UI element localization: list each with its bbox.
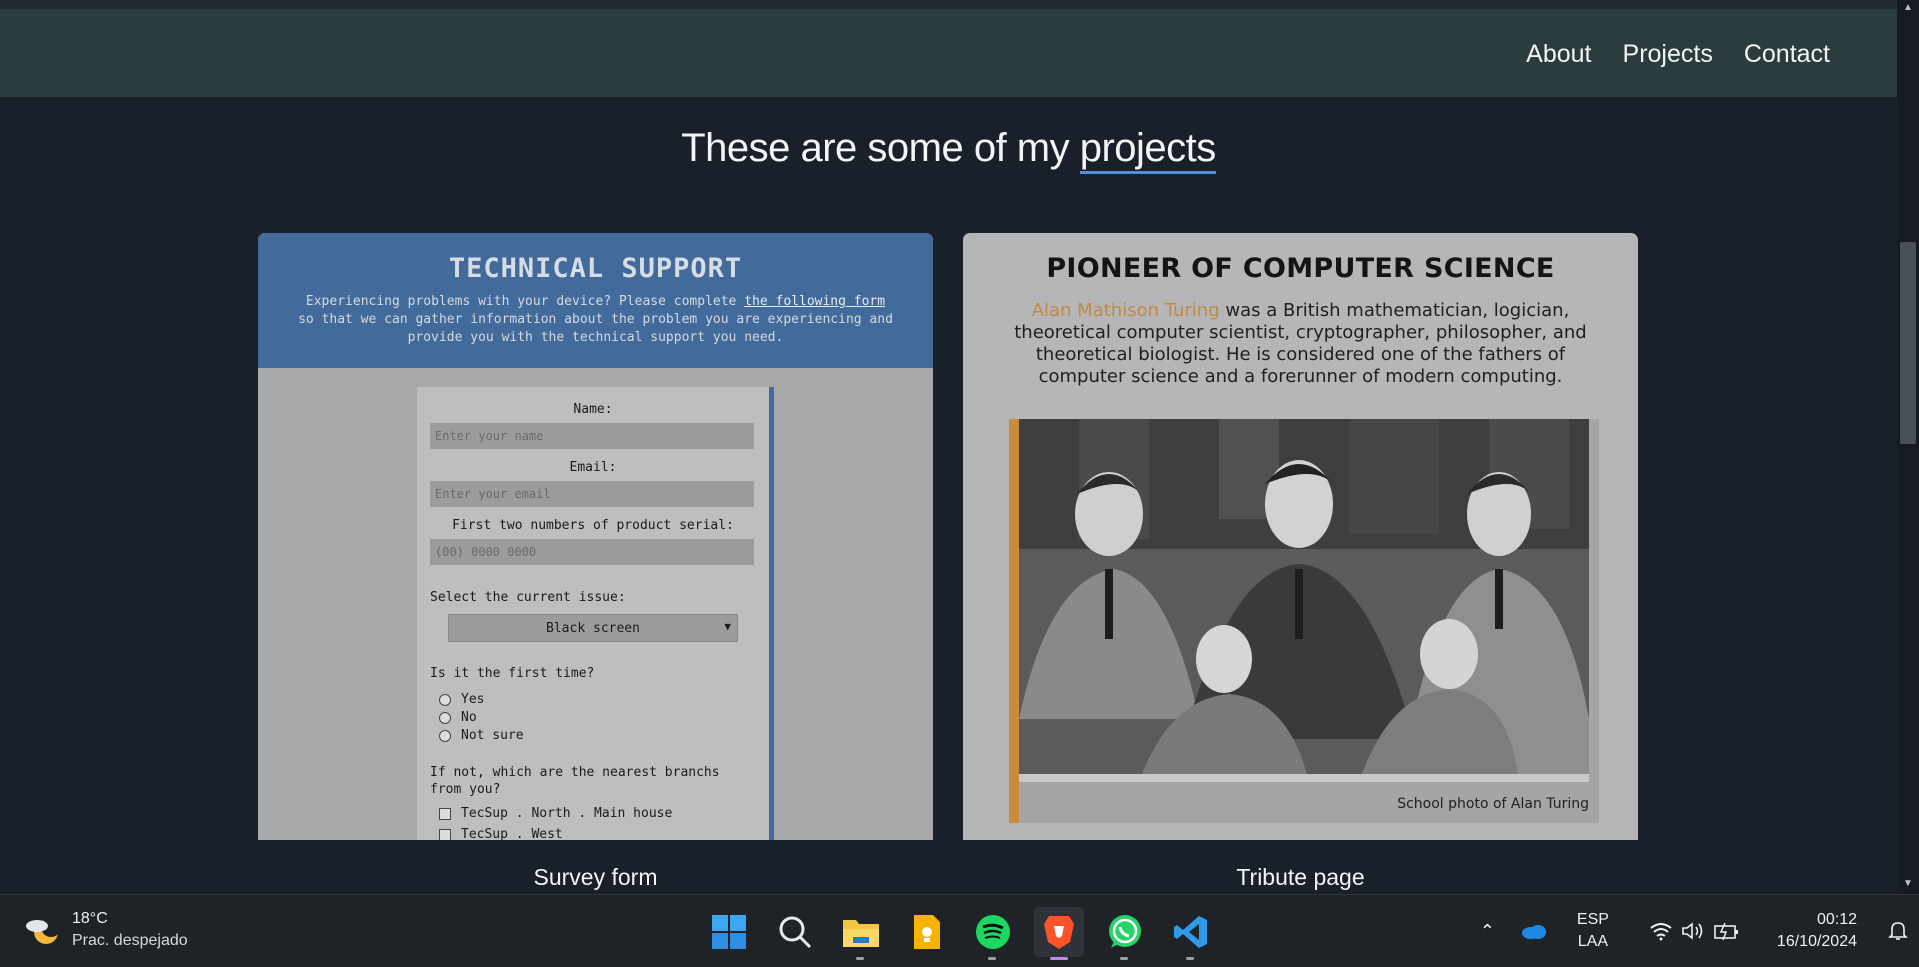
survey-caption[interactable]: Survey form xyxy=(258,864,933,891)
keep-notes-icon[interactable] xyxy=(902,907,952,957)
search-icon[interactable] xyxy=(770,907,820,957)
survey-form: Name: Email: First two numbers of produc… xyxy=(417,387,774,840)
active-indicator xyxy=(1050,957,1068,960)
survey-header: TECHNICAL SUPPORT Experiencing problems … xyxy=(258,233,933,368)
radio-label: No xyxy=(461,710,477,725)
serial-input[interactable] xyxy=(430,539,754,565)
first-time-label: Is it the first time? xyxy=(430,666,595,681)
branch-option[interactable]: TecSup . West xyxy=(439,827,563,840)
first-time-option[interactable]: Yes xyxy=(439,692,484,707)
issue-select-value: Black screen xyxy=(546,620,640,636)
onedrive-cloud-icon[interactable] xyxy=(1521,923,1547,939)
file-explorer-icon[interactable] xyxy=(836,907,886,960)
nav-link-contact[interactable]: Contact xyxy=(1744,40,1830,69)
brave-browser-icon[interactable] xyxy=(1034,907,1084,960)
survey-intro-text: Experiencing problems with your device? … xyxy=(305,294,745,309)
moon-cloud-icon xyxy=(26,917,61,944)
wifi-icon[interactable] xyxy=(1649,921,1673,941)
spotify-icon[interactable] xyxy=(968,907,1018,960)
system-clock[interactable]: 00:12 16/10/2024 xyxy=(1777,909,1857,953)
scroll-up-icon[interactable]: ▲ xyxy=(1897,2,1919,13)
email-label: Email: xyxy=(569,460,617,475)
page-scrollbar[interactable]: ▲ ▼ xyxy=(1897,0,1919,894)
weather-temperature: 18°C xyxy=(72,910,108,927)
page-title-highlight: projects xyxy=(1079,126,1216,174)
turing-school-photo xyxy=(1019,419,1589,782)
branch-label: TecSup . North . Main house xyxy=(461,806,673,821)
name-label: Name: xyxy=(573,402,613,417)
radio-label: Yes xyxy=(461,692,485,707)
weather-condition: Prac. despejado xyxy=(72,932,188,949)
survey-title: TECHNICAL SUPPORT xyxy=(448,253,743,284)
radio-no[interactable] xyxy=(439,711,451,724)
branch-checkbox[interactable] xyxy=(439,828,451,840)
tribute-name: Alan Mathison Turing xyxy=(1031,300,1220,321)
clock-date: 16/10/2024 xyxy=(1776,933,1857,950)
taskbar-apps xyxy=(704,907,1216,960)
branch-checkbox[interactable] xyxy=(439,807,451,820)
scrollbar-thumb[interactable] xyxy=(1900,242,1916,444)
first-time-option[interactable]: Not sure xyxy=(439,728,524,743)
chevron-down-icon: ▼ xyxy=(724,620,731,633)
first-time-option[interactable]: No xyxy=(439,710,477,725)
issue-select[interactable]: Black screen ▼ xyxy=(448,614,738,642)
clock-time: 00:12 xyxy=(1816,911,1857,928)
project-card-tribute[interactable]: PIONEER OF COMPUTER SCIENCE Alan Mathiso… xyxy=(963,233,1638,840)
project-card-survey[interactable]: TECHNICAL SUPPORT Experiencing problems … xyxy=(258,233,933,840)
vscode-icon[interactable] xyxy=(1166,907,1216,960)
tribute-figure: School photo of Alan Turing xyxy=(1009,419,1599,823)
running-indicator xyxy=(856,957,864,960)
branches-label: If not, which are the nearest branchs fr… xyxy=(430,765,720,797)
survey-intro-text-end: so that we can gather information about … xyxy=(298,312,893,345)
radio-yes[interactable] xyxy=(439,693,451,706)
system-tray: ⌃ ESP LAA 00:12 16/10/2024 xyxy=(1480,895,1919,967)
nav-links: About Projects Contact xyxy=(1526,40,1830,69)
volume-icon[interactable] xyxy=(1681,921,1707,941)
weather-widget[interactable]: 18°C Prac. despejado xyxy=(22,910,188,950)
branch-label: TecSup . West xyxy=(461,827,563,840)
nav-link-projects[interactable]: Projects xyxy=(1623,40,1713,69)
scroll-down-icon[interactable]: ▼ xyxy=(1897,878,1919,889)
windows-start-icon[interactable] xyxy=(704,907,754,957)
radio-label: Not sure xyxy=(461,728,524,743)
running-indicator xyxy=(1186,957,1194,960)
branch-option[interactable]: TecSup . North . Main house xyxy=(439,806,672,821)
survey-intro: Experiencing problems with your device? … xyxy=(296,293,895,347)
page-title: These are some of my projects xyxy=(0,126,1897,174)
page-title-prefix: These are some of my xyxy=(681,126,1080,170)
chevron-up-icon[interactable]: ⌃ xyxy=(1480,921,1495,942)
tribute-title: PIONEER OF COMPUTER SCIENCE xyxy=(1046,253,1555,284)
tribute-text: Alan Mathison Turing was a British mathe… xyxy=(1003,300,1598,388)
email-input[interactable] xyxy=(430,481,754,507)
taskbar: 18°C Prac. despejado ⌃ ESP LAA 00:12 16/… xyxy=(0,894,1919,967)
navbar: About Projects Contact xyxy=(0,9,1897,97)
tribute-caption[interactable]: Tribute page xyxy=(963,864,1638,891)
issue-label: Select the current issue: xyxy=(430,590,626,605)
running-indicator xyxy=(988,957,996,960)
language-indicator[interactable]: ESP LAA xyxy=(1577,909,1609,953)
whatsapp-icon[interactable] xyxy=(1100,907,1150,960)
window-top-strip xyxy=(0,0,1919,9)
photo-caption: School photo of Alan Turing xyxy=(1397,796,1589,812)
keyboard-layout: LAA xyxy=(1577,933,1609,950)
notification-bell-icon[interactable] xyxy=(1887,920,1909,942)
radio-not-sure[interactable] xyxy=(439,729,451,742)
serial-label: First two numbers of product serial: xyxy=(452,518,734,533)
language-code: ESP xyxy=(1576,911,1609,928)
battery-icon[interactable] xyxy=(1713,921,1741,941)
name-input[interactable] xyxy=(430,423,754,449)
survey-form-link[interactable]: the following form xyxy=(744,294,885,309)
running-indicator xyxy=(1120,957,1128,960)
nav-link-about[interactable]: About xyxy=(1526,40,1591,69)
